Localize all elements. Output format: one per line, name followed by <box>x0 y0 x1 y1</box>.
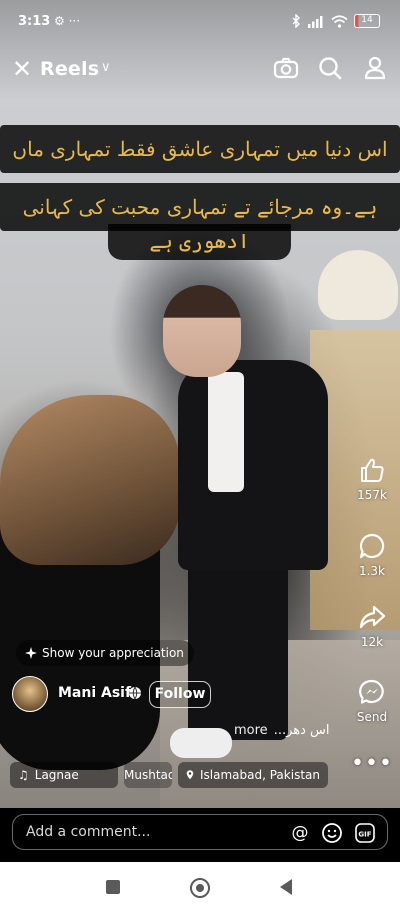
home-icon[interactable] <box>190 878 210 898</box>
notification-icons: ⚙ ··· <box>54 14 81 28</box>
share-arrow-icon <box>359 605 386 629</box>
globe-icon <box>129 686 141 700</box>
more-options-icon[interactable]: ••• <box>350 753 394 775</box>
status-right: 14 <box>291 14 380 28</box>
comment-button[interactable]: 1.3k <box>350 532 394 578</box>
profile-icon[interactable] <box>361 54 391 84</box>
boy-head <box>163 285 241 377</box>
close-icon[interactable]: ✕ <box>8 54 36 84</box>
comment-placeholder: Add a comment... <box>26 824 151 840</box>
caption-line-1: اس دنیا میں تمہاری عاشق فقط تمہاری ماں <box>0 125 400 173</box>
send-label: Send <box>356 710 388 724</box>
description-text: اس دھر... <box>273 723 330 738</box>
like-count: 157k <box>357 488 387 502</box>
music-artist: Mushtaq <box>124 768 172 782</box>
location-label: Islamabad, Pakistan <box>200 768 320 782</box>
emoji-icon[interactable] <box>321 822 343 844</box>
sparkle-icon <box>25 647 37 659</box>
follow-button[interactable]: Follow <box>149 681 211 708</box>
send-button[interactable]: Send <box>350 678 394 724</box>
battery-icon: 14 <box>354 14 380 28</box>
gif-icon[interactable]: GIF <box>354 822 376 844</box>
music-note-icon: ♫ <box>18 768 29 782</box>
mention-icon[interactable]: @ <box>289 822 311 844</box>
share-count: 12k <box>360 635 384 649</box>
author-name[interactable]: Mani Asif <box>58 685 131 701</box>
thumbs-up-icon <box>361 458 384 482</box>
share-button[interactable]: 12k <box>350 603 394 649</box>
music-chip[interactable]: ♫ Lagnae <box>10 762 118 788</box>
page-title[interactable]: Reels <box>40 58 99 80</box>
appreciation-label: Show your appreciation <box>42 646 184 660</box>
boy-shirt <box>208 372 244 492</box>
status-time: 3:13 <box>18 14 51 29</box>
info-chips: ♫ Lagnae Mushtaq Islamabad, Pakistan <box>10 762 340 788</box>
plush-toy <box>318 250 398 320</box>
shoe <box>170 728 232 758</box>
music-artist-chip[interactable]: Mushtaq <box>124 762 172 788</box>
caption-line-3: ادھوری ہے <box>108 224 291 260</box>
see-more-link[interactable]: more <box>234 723 268 738</box>
reel-description[interactable]: more اس دھر... <box>234 723 330 738</box>
wifi-icon <box>331 14 348 28</box>
svg-text:GIF: GIF <box>358 831 371 839</box>
bluetooth-icon <box>292 14 300 28</box>
location-pin-icon <box>186 770 194 780</box>
appreciation-button[interactable]: Show your appreciation <box>16 640 194 666</box>
camera-icon[interactable] <box>272 54 302 84</box>
music-title: Lagnae <box>34 768 79 782</box>
system-nav-bar <box>0 862 400 911</box>
search-icon[interactable] <box>316 54 346 84</box>
woman-hair <box>0 395 180 565</box>
signal-icon <box>308 15 323 28</box>
boy-jacket <box>178 360 328 570</box>
comment-icon <box>359 533 385 559</box>
avatar[interactable] <box>12 676 48 712</box>
messenger-icon <box>359 679 384 704</box>
location-chip[interactable]: Islamabad, Pakistan <box>178 762 328 788</box>
chevron-down-icon[interactable]: ∨ <box>101 60 111 75</box>
recent-apps-icon[interactable] <box>106 880 120 894</box>
back-icon[interactable] <box>280 879 292 895</box>
comment-input[interactable]: Add a comment... @ GIF <box>12 814 388 850</box>
comment-count: 1.3k <box>358 564 386 578</box>
status-bar: 3:13 ⚙ ··· 14 <box>0 10 400 36</box>
author-row: Mani Asif Follow <box>12 676 342 714</box>
reels-header: ✕ Reels ∨ <box>0 50 400 90</box>
like-button[interactable]: 157k <box>350 456 394 502</box>
